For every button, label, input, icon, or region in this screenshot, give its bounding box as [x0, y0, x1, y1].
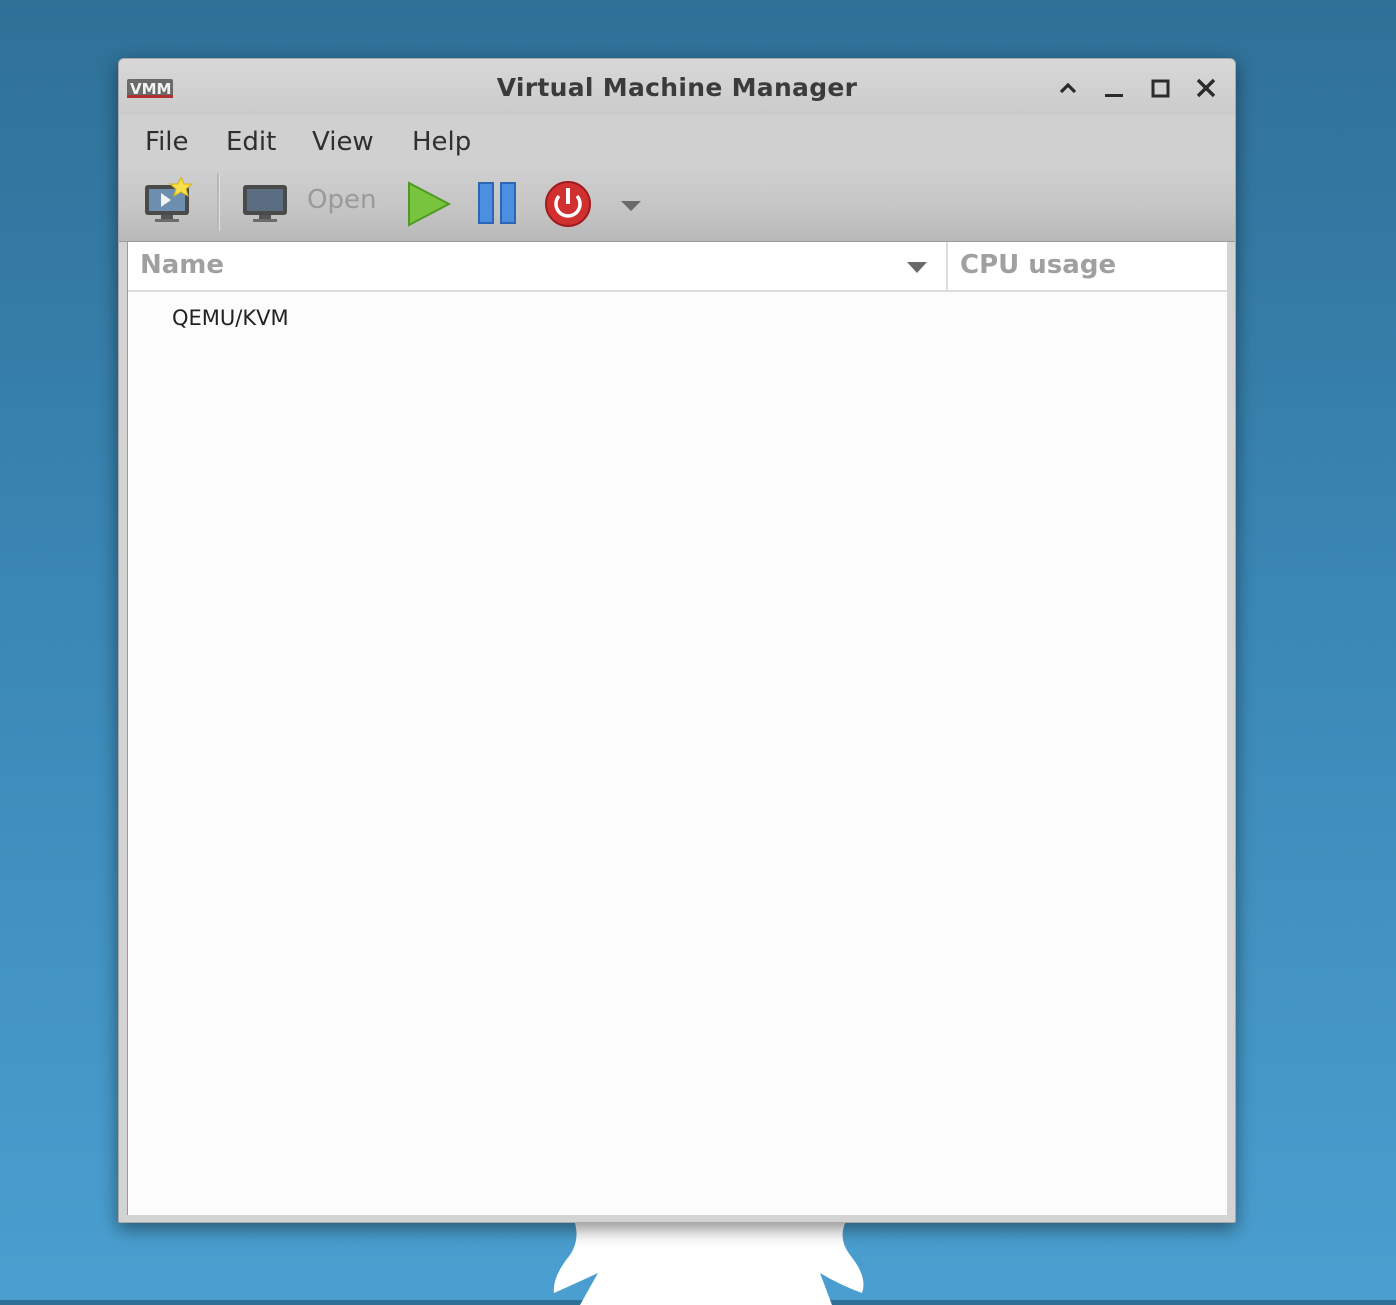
new-vm-icon [145, 175, 194, 222]
shutdown-button[interactable] [543, 179, 593, 229]
minimize-button[interactable] [1099, 73, 1129, 103]
pause-icon [478, 182, 516, 224]
connection-name: QEMU/KVM [172, 306, 289, 330]
list-header: Name CPU usage [128, 242, 1227, 292]
column-header-cpu-usage[interactable]: CPU usage [960, 250, 1116, 280]
sort-down-icon[interactable] [906, 260, 928, 274]
toolbar: Open [119, 167, 1235, 242]
play-icon [408, 181, 452, 227]
close-icon [1196, 78, 1216, 98]
minimize-icon [1105, 94, 1123, 97]
monitor-icon [243, 185, 287, 222]
menu-view[interactable]: View [306, 123, 380, 161]
title-bar[interactable]: VMM Virtual Machine Manager [119, 59, 1235, 115]
maximize-icon [1151, 79, 1170, 98]
maximize-button[interactable] [1145, 73, 1175, 103]
column-header-name[interactable]: Name [140, 250, 224, 280]
open-label: Open [307, 185, 377, 215]
new-vm-button[interactable] [143, 175, 195, 227]
shutdown-menu-button[interactable] [619, 195, 643, 215]
run-button[interactable] [403, 179, 453, 229]
menu-help[interactable]: Help [406, 123, 477, 161]
vmm-window: VMM Virtual Machine Manager File Edit Vi… [118, 58, 1236, 1223]
menu-file[interactable]: File [139, 123, 195, 161]
vm-list: Name CPU usage QEMU/KVM [127, 242, 1227, 1215]
column-divider [946, 242, 948, 290]
shade-button[interactable] [1053, 73, 1083, 103]
desktop-logo [553, 1215, 864, 1305]
menu-bar: File Edit View Help [119, 115, 1235, 167]
close-button[interactable] [1191, 73, 1221, 103]
menu-edit[interactable]: Edit [220, 123, 282, 161]
pause-button[interactable] [475, 179, 521, 229]
toolbar-separator [217, 173, 220, 231]
chevron-down-icon [621, 201, 641, 211]
connection-row[interactable]: QEMU/KVM [128, 302, 1227, 342]
chevron-up-icon [1059, 82, 1077, 94]
power-icon [545, 181, 591, 227]
